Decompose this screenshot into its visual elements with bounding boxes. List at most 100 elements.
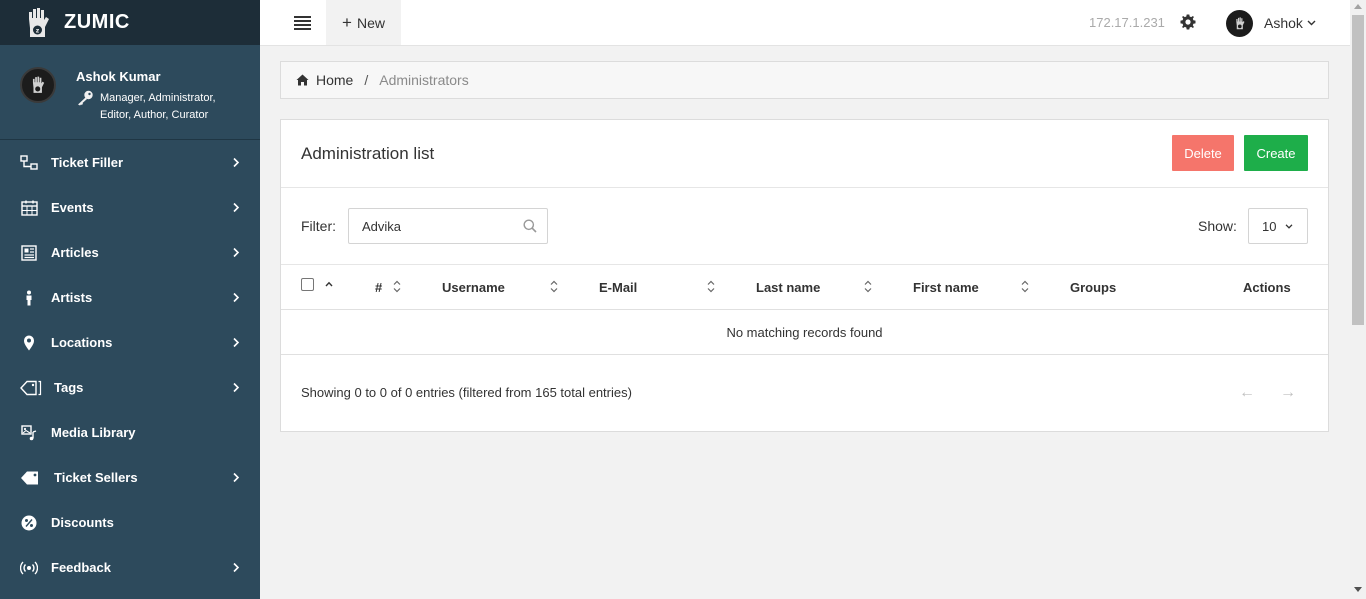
- scroll-up-arrow-icon[interactable]: [1354, 4, 1362, 9]
- newspaper-icon: [20, 244, 38, 262]
- calendar-icon: [20, 199, 38, 217]
- sidebar-item-feedback[interactable]: Feedback: [0, 545, 260, 590]
- sidebar-item-label: Ticket Filler: [51, 155, 124, 170]
- chevron-down-icon: [1285, 224, 1293, 229]
- plus-icon: +: [342, 13, 352, 32]
- breadcrumb: Home / Administrators: [280, 61, 1329, 99]
- search-icon[interactable]: [523, 219, 537, 233]
- user-roles: Manager, Administrator, Editor, Author, …: [76, 90, 230, 124]
- sidebar-nav: Ticket Filler Events Articles Artists Lo…: [0, 140, 260, 590]
- column-header-groups: Groups: [1070, 280, 1117, 295]
- media-icon: [20, 424, 38, 442]
- sort-ascending-icon[interactable]: [325, 281, 333, 287]
- column-header-first-name[interactable]: First name: [913, 280, 979, 295]
- sidebar-item-ticket-filler[interactable]: Ticket Filler: [0, 140, 260, 185]
- breadcrumb-separator: /: [364, 72, 369, 88]
- scroll-down-arrow-icon[interactable]: [1354, 587, 1362, 592]
- sort-icon[interactable]: [864, 280, 872, 293]
- sidebar-item-label: Discounts: [51, 515, 114, 530]
- column-header-id[interactable]: #: [375, 280, 382, 295]
- chevron-right-icon: [233, 292, 240, 303]
- select-all-checkbox[interactable]: [301, 278, 314, 291]
- new-button[interactable]: + New: [326, 0, 401, 45]
- sitemap-icon: [20, 154, 38, 172]
- previous-page-arrow-icon[interactable]: ←: [1239, 384, 1255, 402]
- sidebar-item-label: Artists: [51, 290, 93, 305]
- sort-icon[interactable]: [393, 280, 401, 293]
- table-header: # Username E-Mail Last name First name G…: [281, 265, 1328, 310]
- filter-label: Filter:: [301, 218, 336, 234]
- top-bar: + New 172.17.1.231 Ashok: [260, 0, 1350, 46]
- key-icon: [76, 90, 94, 124]
- chevron-right-icon: [233, 337, 240, 348]
- sidebar-item-articles[interactable]: Articles: [0, 230, 260, 275]
- sidebar-item-label: Locations: [51, 335, 113, 350]
- broadcast-icon: [20, 559, 38, 577]
- sidebar-item-ticket-sellers[interactable]: Ticket Sellers: [0, 455, 260, 500]
- user-name: Ashok Kumar: [76, 69, 161, 84]
- page-size-value: 10: [1262, 218, 1277, 234]
- chevron-right-icon: [233, 382, 240, 393]
- chevron-right-icon: [233, 247, 240, 258]
- svg-text:z: z: [36, 27, 40, 34]
- column-header-username[interactable]: Username: [442, 280, 505, 295]
- create-button[interactable]: Create: [1244, 135, 1308, 171]
- user-info: Ashok Kumar Manager, Administrator, Edit…: [76, 67, 230, 139]
- sidebar-item-label: Media Library: [51, 425, 136, 440]
- filter-field: [348, 208, 548, 244]
- breadcrumb-current: Administrators: [379, 72, 469, 88]
- page-size-select[interactable]: 10: [1248, 208, 1308, 244]
- sidebar-item-media-library[interactable]: Media Library: [0, 410, 260, 455]
- filter-row: Filter: Show: 10: [281, 188, 1328, 265]
- hamburger-menu-icon[interactable]: [294, 15, 311, 30]
- chevron-right-icon: [233, 472, 240, 483]
- sidebar-item-events[interactable]: Events: [0, 185, 260, 230]
- sidebar-item-locations[interactable]: Locations: [0, 320, 260, 365]
- sidebar-item-tags[interactable]: Tags: [0, 365, 260, 410]
- show-label: Show:: [1198, 218, 1237, 234]
- sort-icon[interactable]: [550, 280, 558, 293]
- map-pin-icon: [20, 334, 38, 352]
- person-icon: [20, 289, 38, 307]
- sort-icon[interactable]: [1021, 280, 1029, 293]
- column-header-last-name[interactable]: Last name: [756, 280, 820, 295]
- zumic-logo-icon: z: [26, 7, 50, 39]
- percent-icon: [20, 514, 38, 532]
- tag-icon: [20, 469, 42, 487]
- empty-table-message: No matching records found: [281, 310, 1328, 355]
- avatar[interactable]: [1226, 10, 1253, 37]
- sidebar-item-label: Feedback: [51, 560, 111, 575]
- tags-icon: [20, 379, 42, 397]
- page-title: Administration list: [301, 144, 435, 163]
- sidebar: z ZUMIC Ashok Kumar Manager, Administrat…: [0, 0, 260, 599]
- sort-icon[interactable]: [707, 280, 715, 293]
- administration-card: Administration list Delete Create Filter…: [280, 119, 1329, 432]
- sidebar-item-label: Tags: [54, 380, 84, 395]
- user-panel: Ashok Kumar Manager, Administrator, Edit…: [0, 45, 260, 140]
- user-menu[interactable]: Ashok: [1264, 15, 1316, 31]
- page-scrollbar[interactable]: [1350, 0, 1366, 599]
- new-button-label: New: [356, 14, 385, 31]
- table-footer: Showing 0 to 0 of 0 entries (filtered fr…: [281, 355, 1328, 431]
- ip-address: 172.17.1.231: [1089, 15, 1165, 30]
- delete-button[interactable]: Delete: [1172, 135, 1234, 171]
- column-header-email[interactable]: E-Mail: [599, 280, 637, 295]
- avatar[interactable]: [20, 67, 56, 103]
- gear-icon[interactable]: [1180, 14, 1196, 30]
- chevron-down-icon: [1307, 20, 1316, 26]
- sidebar-item-label: Ticket Sellers: [54, 470, 138, 485]
- next-page-arrow-icon[interactable]: →: [1280, 384, 1296, 402]
- scrollbar-thumb[interactable]: [1352, 15, 1364, 325]
- brand-name: ZUMIC: [64, 11, 130, 33]
- sidebar-item-label: Articles: [51, 245, 99, 260]
- column-header-actions: Actions: [1243, 280, 1291, 295]
- chevron-right-icon: [233, 562, 240, 573]
- sidebar-item-discounts[interactable]: Discounts: [0, 500, 260, 545]
- breadcrumb-home[interactable]: Home: [296, 72, 353, 88]
- filter-input[interactable]: [349, 209, 519, 243]
- user-roles-text: Manager, Administrator, Editor, Author, …: [100, 92, 216, 121]
- brand-bar[interactable]: z ZUMIC: [0, 0, 260, 45]
- sidebar-item-label: Events: [51, 200, 94, 215]
- sidebar-item-artists[interactable]: Artists: [0, 275, 260, 320]
- user-menu-label: Ashok: [1264, 15, 1303, 31]
